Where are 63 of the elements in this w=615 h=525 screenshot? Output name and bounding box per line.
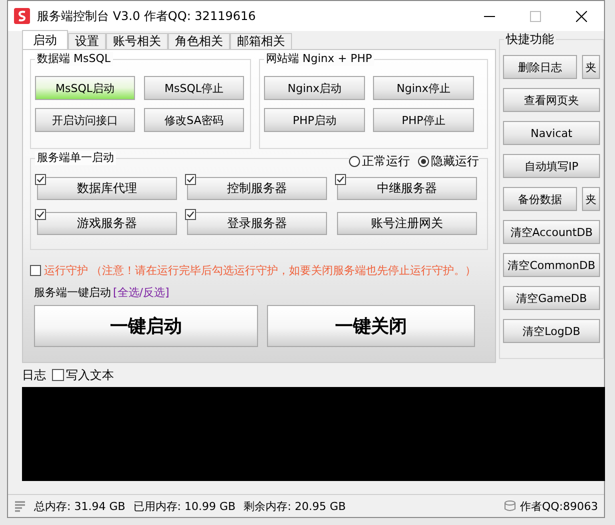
group-title: 网站端 Nginx + PHP [264,52,374,66]
group-title: 快捷功能 [504,32,556,46]
radio-button[interactable] [349,156,360,167]
quick-button[interactable]: 清空LogDB [503,319,600,343]
server-button[interactable]: 数据库代理 [37,177,177,200]
server-button[interactable]: 中继服务器 [337,177,477,200]
group-button[interactable]: Nginx启动 [264,76,366,100]
server-button[interactable]: 登录服务器 [187,212,327,235]
group-button[interactable]: 修改SA密码 [144,108,244,132]
tab[interactable]: 设置 [68,33,106,49]
guard-label: 运行守护 [44,263,88,278]
checkbox[interactable] [185,174,196,185]
server-button[interactable]: 账号注册网关 [337,212,477,235]
status-text: 已用内存: 10.99 GB [133,498,236,514]
radio-label: 隐藏运行 [431,153,479,170]
quick-button[interactable]: 夹 [582,55,600,79]
quick-button[interactable]: 清空AccountDB [503,220,600,244]
group-button[interactable]: 开启访问接口 [35,108,135,132]
tab[interactable]: 账号相关 [106,33,168,49]
status-text: 总内存: 31.94 GB [34,498,126,514]
guard-note: （注意！请在运行完毕后勾选运行守护，如要关闭服务端也先停止运行守护。） [91,263,476,278]
quick-button[interactable]: 备份数据 [503,187,577,211]
one-key-label: 服务端一键启动 [34,285,111,300]
quick-button[interactable]: Navicat [503,121,600,145]
server-button[interactable]: 控制服务器 [187,177,327,200]
quick-button[interactable]: 清空CommonDB [503,253,600,277]
group-button[interactable]: MsSQL停止 [144,76,244,100]
window-title: 服务端控制台 V3.0 作者QQ: 32119616 [37,8,256,24]
log-label: 日志 [22,366,46,384]
quick-button[interactable]: 查看网页夹 [503,88,600,112]
maximize-icon [530,10,540,22]
app-logo-icon [14,8,30,24]
quick-button[interactable]: 删除日志 [503,55,577,79]
tab[interactable]: 启动 [22,30,68,49]
group-button[interactable]: MsSQL启动 [35,76,135,100]
group-button[interactable]: PHP停止 [373,108,474,132]
checkbox[interactable] [335,174,346,185]
checkbox[interactable] [35,174,46,185]
group-button[interactable]: Nginx停止 [373,76,474,100]
tab[interactable]: 角色相关 [168,33,230,49]
radio-button[interactable] [418,156,429,167]
quick-button[interactable]: 夹 [582,187,600,211]
select-toggle-link[interactable]: [全选/反选] [113,285,170,300]
database-icon [504,500,516,512]
close-icon [576,10,586,22]
quick-button[interactable]: 清空GameDB [503,286,600,310]
checkbox[interactable] [185,209,196,220]
one-key-button[interactable]: 一键关闭 [267,305,475,347]
write-text-checkbox[interactable] [52,369,64,381]
status-text: 剩余内存: 20.95 GB [244,498,346,514]
group-title: 服务端单一启动 [35,151,116,165]
quick-button[interactable]: 自动填写IP [503,154,600,178]
tab[interactable]: 邮箱相关 [230,33,292,49]
checkbox[interactable] [35,209,46,220]
radio-label: 正常运行 [362,153,410,170]
write-text-label: 写入文本 [66,366,114,384]
author-text: 作者QQ:89063 [520,498,598,514]
server-button[interactable]: 游戏服务器 [37,212,177,235]
group-title: 数据端 MsSQL [35,52,112,66]
group-button[interactable]: PHP启动 [264,108,366,132]
memory-icon [14,500,26,512]
guard-checkbox[interactable] [30,265,41,276]
one-key-button[interactable]: 一键启动 [34,305,258,347]
